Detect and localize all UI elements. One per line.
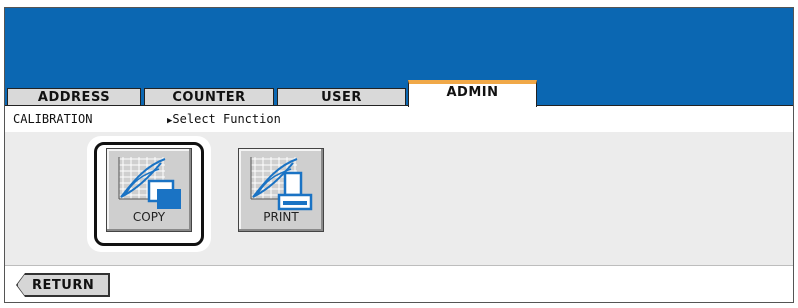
tab-bar: ADDRESS COUNTER USER ADMIN [5,80,793,107]
breadcrumb-section: CALIBRATION [13,112,93,126]
footer-divider [5,265,793,266]
copy-button[interactable]: COPY [106,148,192,232]
print-button-label: PRINT [263,210,299,224]
print-calibration-icon [250,157,313,211]
tab-admin[interactable]: ADMIN [408,80,537,107]
breadcrumb-instruction: Select Function [172,112,281,126]
tab-counter[interactable]: COUNTER [144,88,274,106]
print-button[interactable]: PRINT [238,148,324,232]
function-area: COPY PRINT [5,132,793,266]
tab-address[interactable]: ADDRESS [7,88,141,106]
breadcrumb: CALIBRATION ▶Select Function [13,112,281,126]
control-panel-screen: ADDRESS COUNTER USER ADMIN CALIBRATION ▶… [4,7,794,303]
return-button-label: RETURN [32,278,95,293]
copy-calibration-icon [118,157,181,209]
tab-user[interactable]: USER [277,88,406,106]
tab-divider [5,105,793,106]
copy-button-label: COPY [132,210,166,224]
return-button[interactable]: RETURN [17,274,109,296]
